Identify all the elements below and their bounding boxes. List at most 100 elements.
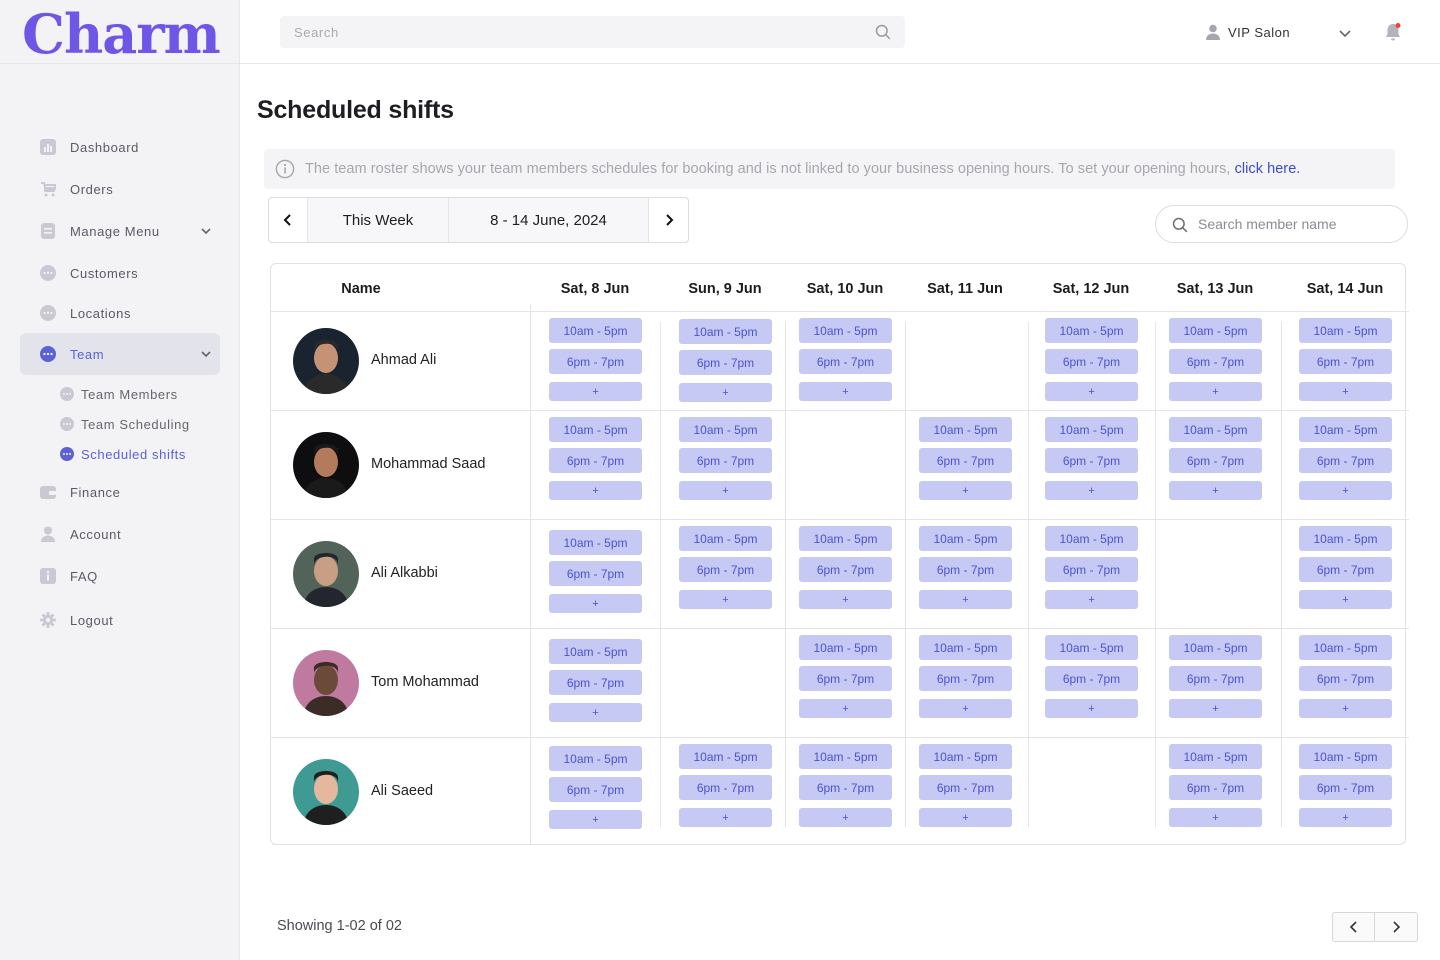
- prev-week-button[interactable]: [269, 198, 308, 242]
- chevron-down-icon[interactable]: [200, 225, 212, 237]
- add-shift-button[interactable]: +: [919, 481, 1012, 500]
- sidebar-item-manage-menu[interactable]: Manage Menu: [20, 210, 220, 252]
- shift-chip-evening[interactable]: 6pm - 7pm: [799, 666, 892, 691]
- shift-chip-morning[interactable]: 10am - 5pm: [919, 526, 1012, 551]
- add-shift-button[interactable]: +: [799, 590, 892, 609]
- shift-chip-morning[interactable]: 10am - 5pm: [1299, 526, 1392, 551]
- shift-chip-evening[interactable]: 6pm - 7pm: [1299, 666, 1392, 691]
- add-shift-button[interactable]: +: [799, 699, 892, 718]
- shift-chip-evening[interactable]: 6pm - 7pm: [1169, 666, 1262, 691]
- shift-chip-morning[interactable]: 10am - 5pm: [1045, 318, 1138, 343]
- shift-chip-morning[interactable]: 10am - 5pm: [679, 417, 772, 442]
- opening-hours-link[interactable]: click here.: [1235, 161, 1301, 177]
- sidebar-item-orders[interactable]: Orders: [20, 168, 220, 210]
- shift-chip-morning[interactable]: 10am - 5pm: [919, 417, 1012, 442]
- shift-chip-morning[interactable]: 10am - 5pm: [679, 526, 772, 551]
- shift-chip-evening[interactable]: 6pm - 7pm: [919, 666, 1012, 691]
- shift-chip-evening[interactable]: 6pm - 7pm: [1169, 349, 1262, 374]
- shift-chip-morning[interactable]: 10am - 5pm: [549, 746, 642, 771]
- shift-chip-evening[interactable]: 6pm - 7pm: [919, 448, 1012, 473]
- sidebar-item-logout[interactable]: Logout: [20, 599, 220, 641]
- shift-chip-morning[interactable]: 10am - 5pm: [1299, 417, 1392, 442]
- shift-chip-evening[interactable]: 6pm - 7pm: [1299, 448, 1392, 473]
- shift-chip-evening[interactable]: 6pm - 7pm: [679, 350, 772, 375]
- add-shift-button[interactable]: +: [679, 383, 772, 402]
- shift-chip-evening[interactable]: 6pm - 7pm: [799, 349, 892, 374]
- shift-chip-evening[interactable]: 6pm - 7pm: [799, 557, 892, 582]
- sidebar-item-team[interactable]: Team: [20, 333, 220, 375]
- add-shift-button[interactable]: +: [549, 594, 642, 613]
- shift-chip-morning[interactable]: 10am - 5pm: [919, 744, 1012, 769]
- shift-chip-morning[interactable]: 10am - 5pm: [799, 526, 892, 551]
- shift-chip-evening[interactable]: 6pm - 7pm: [549, 777, 642, 802]
- shift-chip-morning[interactable]: 10am - 5pm: [1169, 635, 1262, 660]
- sidebar-subitem-scheduled-shifts[interactable]: Scheduled shifts: [60, 441, 186, 467]
- add-shift-button[interactable]: +: [1045, 382, 1138, 401]
- shift-chip-evening[interactable]: 6pm - 7pm: [1045, 666, 1138, 691]
- add-shift-button[interactable]: +: [679, 590, 772, 609]
- shift-chip-evening[interactable]: 6pm - 7pm: [919, 557, 1012, 582]
- shift-chip-morning[interactable]: 10am - 5pm: [1299, 635, 1392, 660]
- add-shift-button[interactable]: +: [1299, 590, 1392, 609]
- shift-chip-evening[interactable]: 6pm - 7pm: [549, 561, 642, 586]
- sidebar-item-finance[interactable]: Finance: [20, 471, 220, 513]
- shift-chip-morning[interactable]: 10am - 5pm: [549, 639, 642, 664]
- shift-chip-morning[interactable]: 10am - 5pm: [1299, 744, 1392, 769]
- add-shift-button[interactable]: +: [1169, 699, 1262, 718]
- shift-chip-morning[interactable]: 10am - 5pm: [1169, 417, 1262, 442]
- add-shift-button[interactable]: +: [919, 699, 1012, 718]
- search-input[interactable]: [280, 16, 860, 48]
- shift-chip-evening[interactable]: 6pm - 7pm: [1299, 349, 1392, 374]
- add-shift-button[interactable]: +: [1299, 481, 1392, 500]
- shift-chip-evening[interactable]: 6pm - 7pm: [549, 349, 642, 374]
- shift-chip-morning[interactable]: 10am - 5pm: [679, 319, 772, 344]
- chevron-down-icon[interactable]: [200, 348, 212, 360]
- add-shift-button[interactable]: +: [919, 808, 1012, 827]
- shift-chip-evening[interactable]: 6pm - 7pm: [1045, 349, 1138, 374]
- shift-chip-morning[interactable]: 10am - 5pm: [549, 530, 642, 555]
- add-shift-button[interactable]: +: [1299, 699, 1392, 718]
- chevron-down-icon[interactable]: [1338, 26, 1352, 40]
- add-shift-button[interactable]: +: [799, 808, 892, 827]
- shift-chip-evening[interactable]: 6pm - 7pm: [1299, 775, 1392, 800]
- date-range-label[interactable]: 8 - 14 June, 2024: [449, 198, 649, 242]
- shift-chip-evening[interactable]: 6pm - 7pm: [1169, 775, 1262, 800]
- shift-chip-morning[interactable]: 10am - 5pm: [1169, 744, 1262, 769]
- sidebar-item-dashboard[interactable]: Dashboard: [20, 126, 220, 168]
- add-shift-button[interactable]: +: [1169, 382, 1262, 401]
- shift-chip-morning[interactable]: 10am - 5pm: [1045, 635, 1138, 660]
- sidebar-subitem-team-members[interactable]: Team Members: [60, 381, 178, 407]
- add-shift-button[interactable]: +: [549, 382, 642, 401]
- add-shift-button[interactable]: +: [549, 810, 642, 829]
- shift-chip-morning[interactable]: 10am - 5pm: [1169, 318, 1262, 343]
- shift-chip-morning[interactable]: 10am - 5pm: [919, 635, 1012, 660]
- add-shift-button[interactable]: +: [1169, 808, 1262, 827]
- add-shift-button[interactable]: +: [1045, 699, 1138, 718]
- this-week-button[interactable]: This Week: [308, 198, 449, 242]
- shift-chip-morning[interactable]: 10am - 5pm: [1045, 526, 1138, 551]
- bell-icon[interactable]: [1384, 22, 1402, 42]
- add-shift-button[interactable]: +: [1299, 808, 1392, 827]
- prev-page-button[interactable]: [1333, 913, 1376, 941]
- sidebar-item-customers[interactable]: Customers: [20, 252, 220, 294]
- shift-chip-evening[interactable]: 6pm - 7pm: [679, 775, 772, 800]
- salon-selector[interactable]: VIP Salon: [1206, 22, 1290, 42]
- shift-chip-morning[interactable]: 10am - 5pm: [799, 318, 892, 343]
- charm-logo[interactable]: Charm: [22, 2, 221, 66]
- sidebar-item-faq[interactable]: FAQ: [20, 555, 220, 597]
- add-shift-button[interactable]: +: [679, 481, 772, 500]
- shift-chip-evening[interactable]: 6pm - 7pm: [1299, 557, 1392, 582]
- shift-chip-morning[interactable]: 10am - 5pm: [549, 417, 642, 442]
- add-shift-button[interactable]: +: [1045, 590, 1138, 609]
- sidebar-subitem-team-scheduling[interactable]: Team Scheduling: [60, 411, 190, 437]
- search-icon[interactable]: [875, 24, 891, 40]
- shift-chip-evening[interactable]: 6pm - 7pm: [679, 448, 772, 473]
- add-shift-button[interactable]: +: [1169, 481, 1262, 500]
- add-shift-button[interactable]: +: [1299, 382, 1392, 401]
- shift-chip-morning[interactable]: 10am - 5pm: [679, 744, 772, 769]
- add-shift-button[interactable]: +: [549, 703, 642, 722]
- shift-chip-evening[interactable]: 6pm - 7pm: [549, 448, 642, 473]
- next-week-button[interactable]: [649, 198, 688, 242]
- shift-chip-morning[interactable]: 10am - 5pm: [1299, 318, 1392, 343]
- shift-chip-evening[interactable]: 6pm - 7pm: [1045, 557, 1138, 582]
